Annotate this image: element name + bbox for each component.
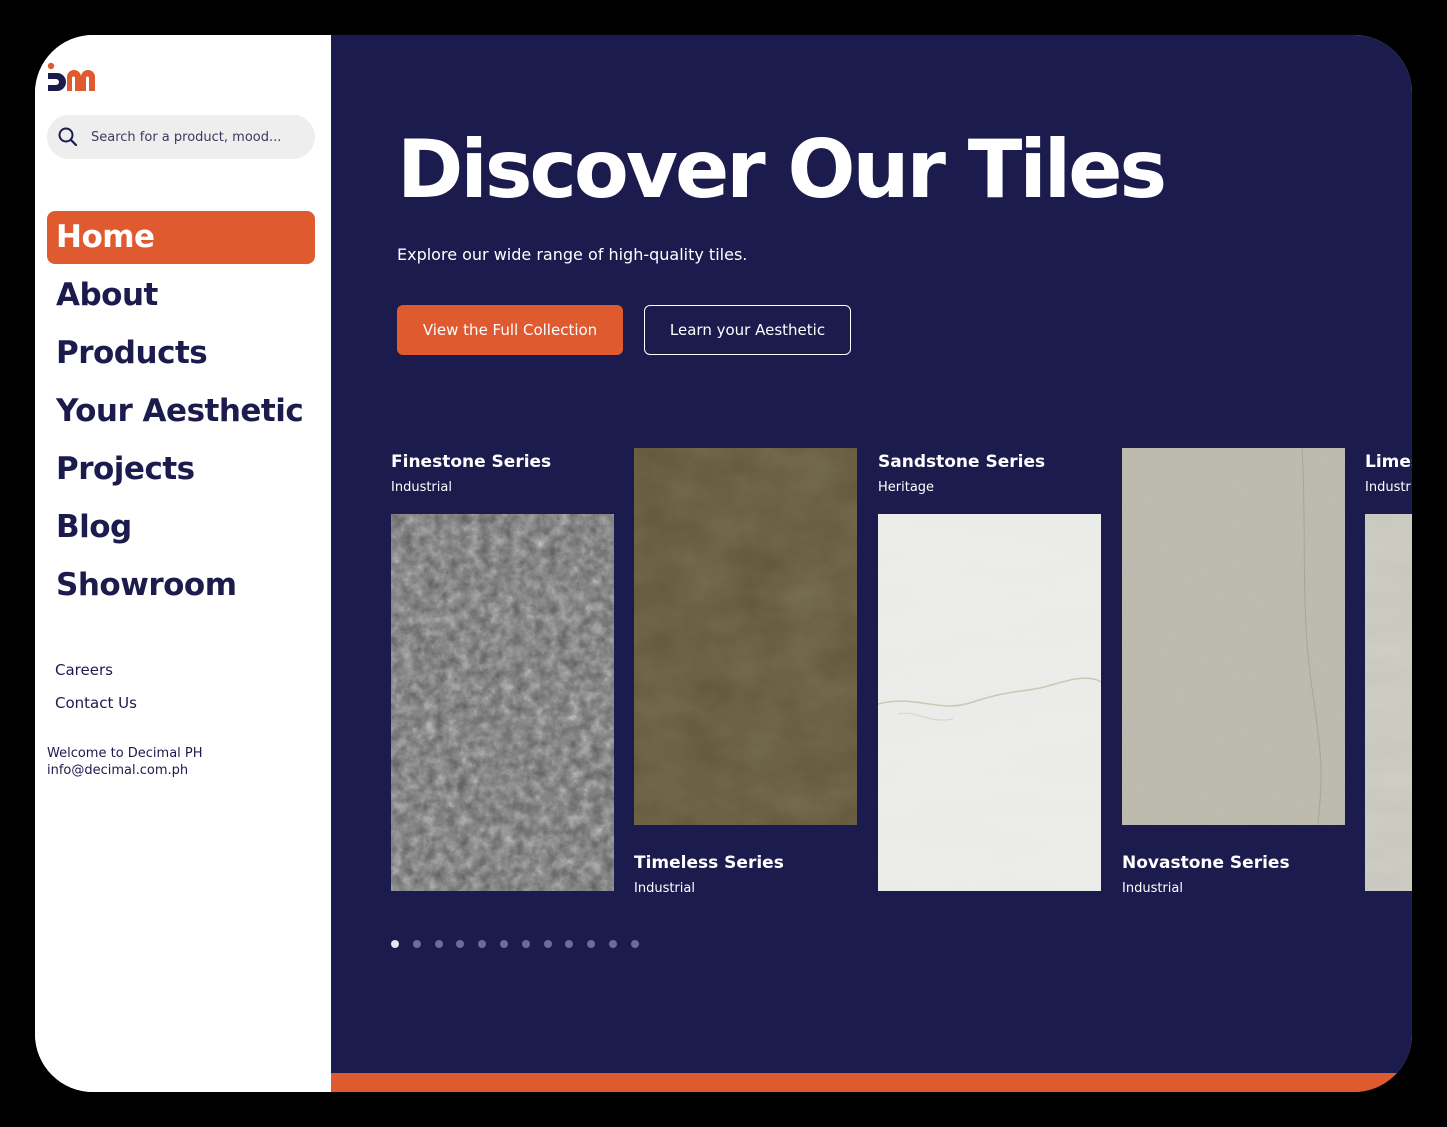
nav-item-about[interactable]: About <box>47 269 315 322</box>
tile-image-sandstone[interactable] <box>878 514 1101 891</box>
email-link[interactable]: info@decimal.com.ph <box>47 762 203 779</box>
carousel-dot-12[interactable] <box>630 940 639 948</box>
carousel-dot-5[interactable] <box>478 940 487 948</box>
contact-info: Welcome to Decimal PH info@decimal.com.p… <box>47 745 203 779</box>
product-category: Industrial <box>634 881 695 896</box>
carousel-dot-3[interactable] <box>434 940 443 948</box>
product-card-limestone[interactable]: Limestone Series Industrial <box>1365 452 1412 495</box>
hero-title: Discover Our Tiles <box>397 123 1167 216</box>
carousel-dot-9[interactable] <box>565 940 574 948</box>
search-bar[interactable] <box>47 115 315 159</box>
footer-accent-bar <box>331 1073 1412 1092</box>
carousel-dot-6[interactable] <box>499 940 508 948</box>
product-category: Industrial <box>391 480 452 495</box>
product-category: Industrial <box>1122 881 1183 896</box>
secondary-nav: Careers Contact Us <box>55 659 137 725</box>
product-name: Limestone Series <box>1365 452 1412 472</box>
carousel-dot-10[interactable] <box>587 940 596 948</box>
product-category: Heritage <box>878 480 935 495</box>
careers-link[interactable]: Careers <box>55 659 137 692</box>
product-card-timeless[interactable]: Timeless Series Industrial <box>634 853 857 896</box>
nav-item-showroom[interactable]: Showroom <box>47 559 315 612</box>
tablet-frame: Home About Products Your Aesthetic Proje… <box>0 0 1447 1127</box>
product-name: Finestone Series <box>391 452 552 472</box>
tile-image-novastone[interactable] <box>1122 448 1345 825</box>
nav-item-blog[interactable]: Blog <box>47 501 315 554</box>
learn-aesthetic-button[interactable]: Learn your Aesthetic <box>644 305 851 355</box>
carousel-dot-7[interactable] <box>521 940 530 948</box>
hero-subtitle: Explore our wide range of high-quality t… <box>397 245 748 264</box>
nav-item-your-aesthetic[interactable]: Your Aesthetic <box>47 385 315 438</box>
carousel-dot-11[interactable] <box>608 940 617 948</box>
carousel-dot-1[interactable] <box>391 940 399 948</box>
nav-item-home[interactable]: Home <box>47 211 315 264</box>
sidebar: Home About Products Your Aesthetic Proje… <box>35 35 331 1092</box>
carousel-dot-2[interactable] <box>412 940 421 948</box>
view-full-collection-button[interactable]: View the Full Collection <box>397 305 623 355</box>
carousel-pagination <box>391 940 653 948</box>
tile-image-finestone[interactable] <box>391 514 614 891</box>
product-name: Novastone Series <box>1122 853 1290 873</box>
decimal-logo-icon[interactable] <box>47 61 99 91</box>
tile-image-timeless[interactable] <box>634 448 857 825</box>
carousel-dot-4[interactable] <box>456 940 465 948</box>
product-name: Timeless Series <box>634 853 784 873</box>
product-card-sandstone[interactable]: Sandstone Series Heritage <box>878 452 1101 495</box>
carousel-dot-8[interactable] <box>543 940 552 948</box>
search-icon <box>57 126 79 148</box>
contact-us-link[interactable]: Contact Us <box>55 692 137 725</box>
main-nav: Home About Products Your Aesthetic Proje… <box>47 211 315 617</box>
nav-item-projects[interactable]: Projects <box>47 443 315 496</box>
screen: Home About Products Your Aesthetic Proje… <box>35 35 1412 1092</box>
search-input[interactable] <box>91 125 301 149</box>
nav-item-products[interactable]: Products <box>47 327 315 380</box>
product-card-finestone[interactable]: Finestone Series Industrial <box>391 452 614 495</box>
hero-section: Discover Our Tiles Explore our wide rang… <box>331 35 1412 1092</box>
welcome-text: Welcome to Decimal PH <box>47 746 203 761</box>
tile-image-limestone[interactable] <box>1365 514 1412 891</box>
product-card-novastone[interactable]: Novastone Series Industrial <box>1122 853 1345 896</box>
product-category: Industrial <box>1365 480 1412 495</box>
product-name: Sandstone Series <box>878 452 1046 472</box>
